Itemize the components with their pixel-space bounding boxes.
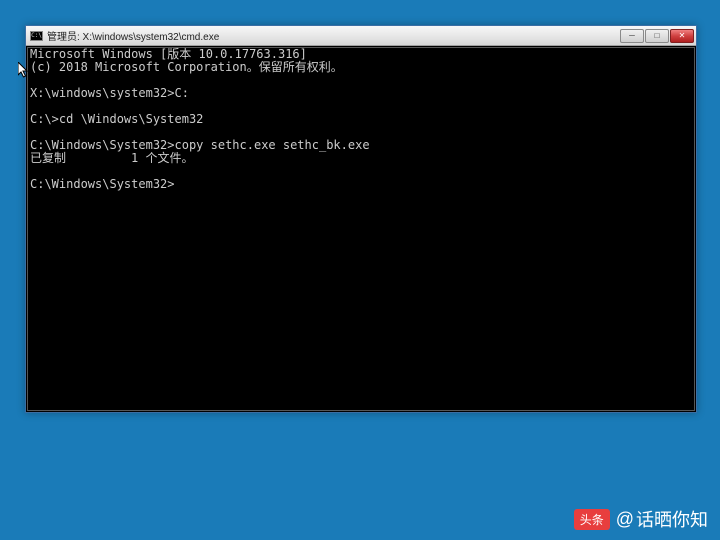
close-button[interactable]: ✕: [670, 29, 694, 43]
minimize-button[interactable]: ─: [620, 29, 644, 43]
window-title: 管理员: X:\windows\system32\cmd.exe: [47, 28, 619, 43]
watermark-at: @: [616, 509, 634, 530]
watermark-badge: 头条: [574, 509, 610, 530]
titlebar[interactable]: C:\ 管理员: X:\windows\system32\cmd.exe ─ □…: [26, 26, 696, 46]
watermark-name: 话晒你知: [636, 506, 708, 532]
console-output[interactable]: Microsoft Windows [版本 10.0.17763.316] (c…: [27, 47, 695, 411]
cmd-window: C:\ 管理员: X:\windows\system32\cmd.exe ─ □…: [25, 25, 697, 413]
maximize-button[interactable]: □: [645, 29, 669, 43]
watermark: 头条 @ 话晒你知: [574, 506, 708, 532]
cmd-icon: C:\: [30, 31, 43, 41]
window-controls: ─ □ ✕: [619, 29, 694, 43]
